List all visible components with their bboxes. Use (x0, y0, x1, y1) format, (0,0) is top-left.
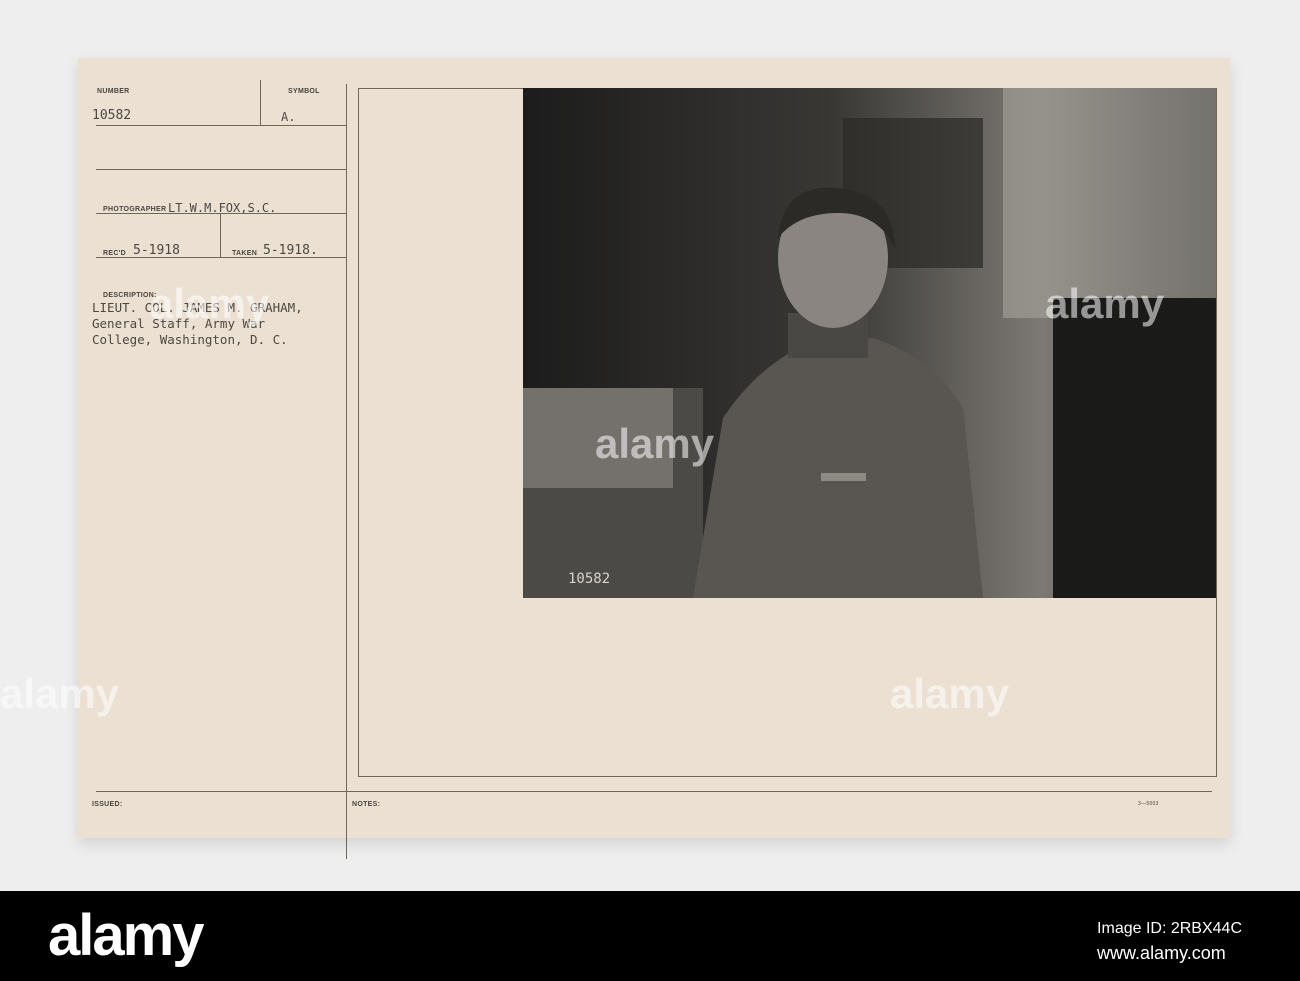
notes-label: NOTES: (352, 801, 381, 808)
site-url[interactable]: www.alamy.com (1097, 941, 1242, 966)
negative-number: 10582 (568, 571, 610, 587)
portrait-photo: 10582 (523, 88, 1216, 598)
recd-label: REC'D (103, 250, 126, 257)
issued-label: ISSUED: (92, 801, 123, 808)
taken-value: 5-1918. (263, 243, 318, 258)
divider (96, 213, 346, 214)
photographer-label: PHOTOGRAPHER (103, 206, 167, 213)
form-code: 3—5003 (1138, 801, 1159, 807)
alamy-logo: alamy (48, 903, 204, 968)
column-divider (346, 84, 347, 859)
divider (96, 125, 346, 126)
watermark: alamy (1045, 280, 1165, 327)
card-number: 10582 (92, 108, 132, 123)
image-id: Image ID: 2RBX44C (1097, 920, 1242, 937)
number-label: NUMBER (97, 88, 130, 95)
symbol-value: A. (281, 110, 296, 124)
description-label: DESCRIPTION: (103, 292, 157, 299)
watermark: alamy (595, 420, 715, 467)
watermark: alamy (890, 670, 1010, 717)
watermark: alamy (150, 280, 270, 327)
divider (96, 169, 346, 170)
divider (260, 80, 261, 126)
footer-info: Image ID: 2RBX44C www.alamy.com (1097, 916, 1242, 966)
divider (96, 791, 1212, 792)
watermark: alamy (0, 670, 120, 717)
divider (220, 213, 221, 257)
symbol-label: SYMBOL (288, 88, 320, 95)
taken-label: TAKEN (232, 250, 258, 257)
divider (96, 257, 346, 258)
portrait-image: 10582 (523, 88, 1216, 598)
description-line: College, Washington, D. C. (92, 332, 288, 347)
recd-value: 5-1918 (133, 243, 180, 258)
